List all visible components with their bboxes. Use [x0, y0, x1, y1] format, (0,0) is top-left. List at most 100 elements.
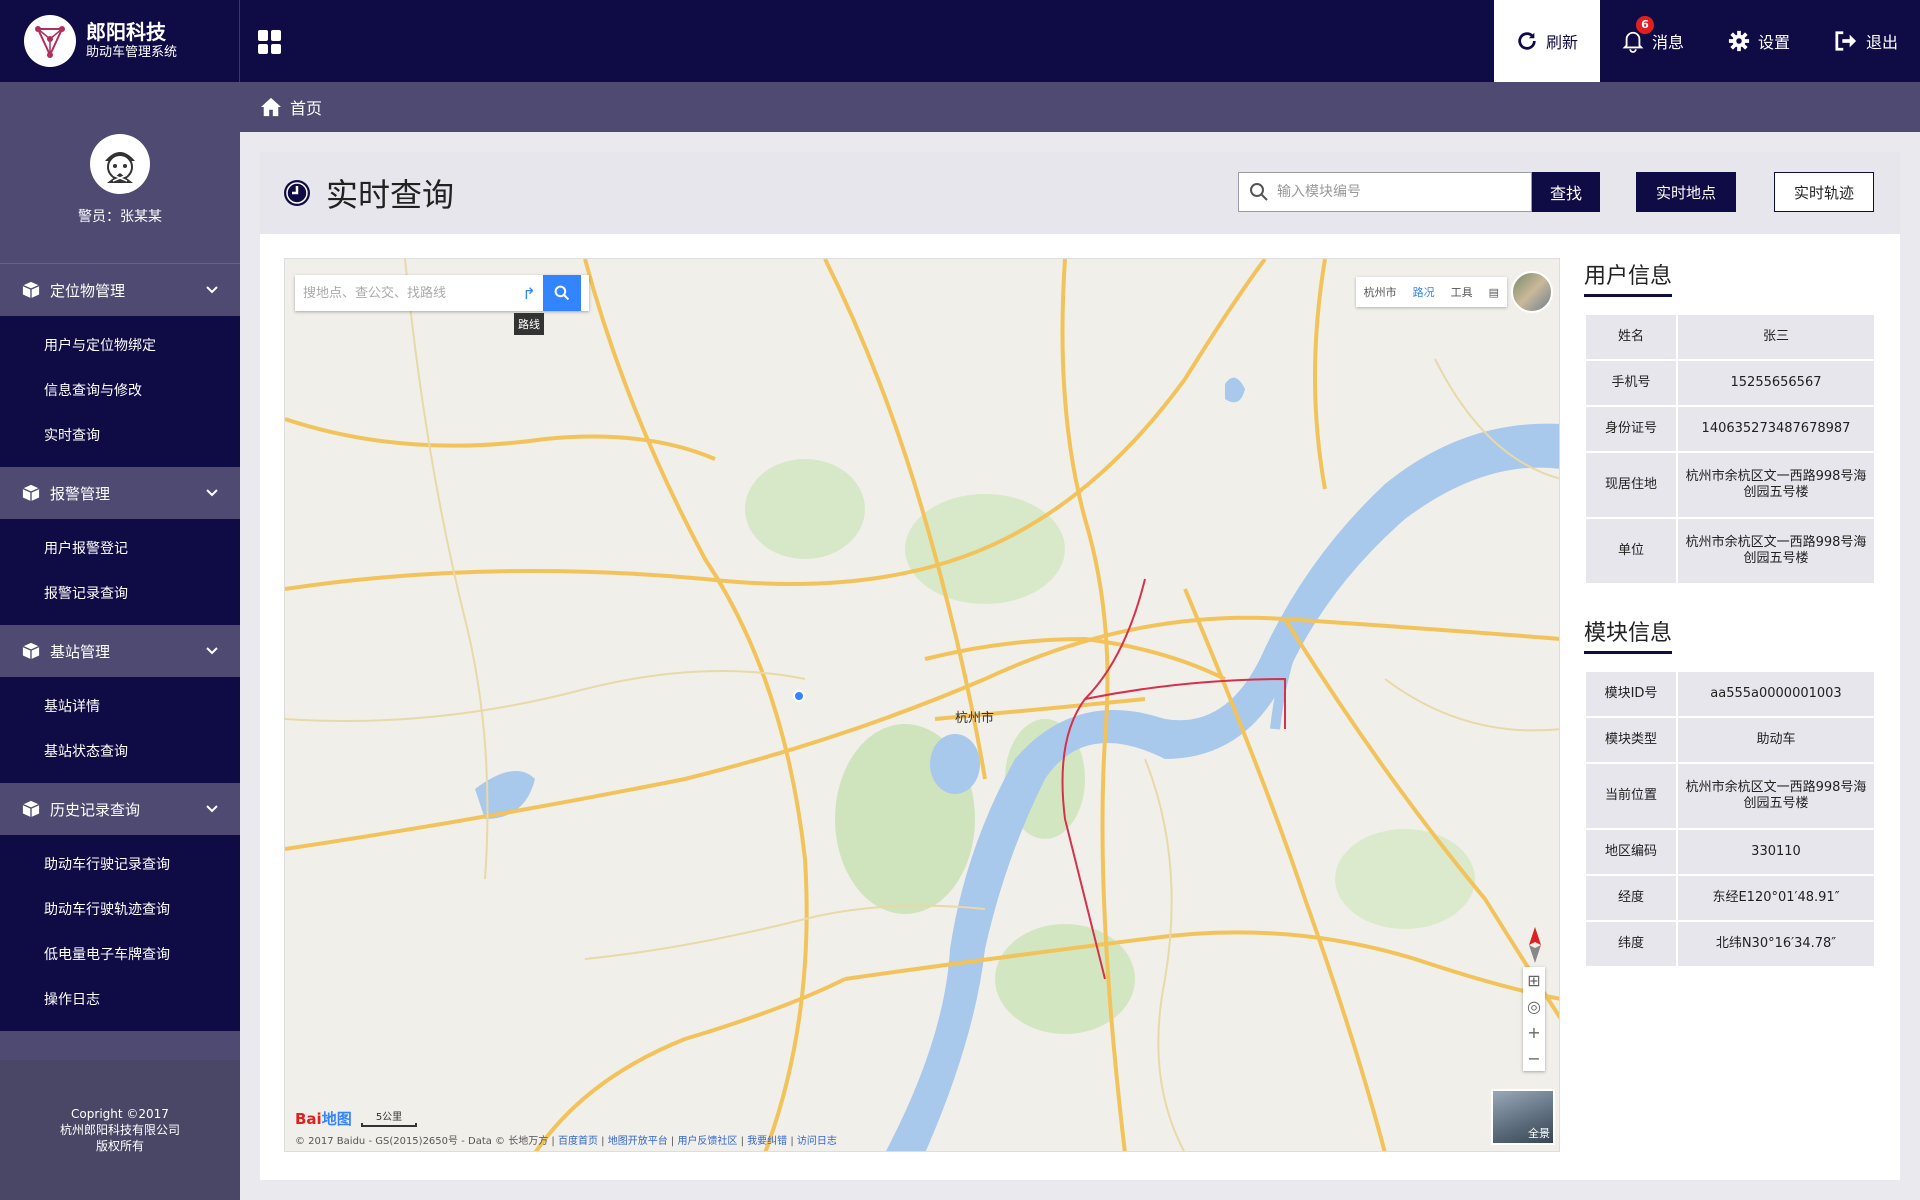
avatar[interactable]	[90, 134, 150, 194]
map-canvas[interactable]	[285, 259, 1560, 1152]
brand-name: 郎阳科技	[86, 20, 166, 44]
street-view-thumbnail[interactable]: 全景	[1491, 1089, 1555, 1145]
user-field-value: 杭州市余杭区文一西路998号海创园五号楼	[1678, 519, 1874, 583]
street-view-label: 全景	[1528, 1127, 1550, 1140]
sidebar-item-alarm-records[interactable]: 报警记录查询	[0, 572, 240, 617]
route-tooltip: 路线	[514, 313, 544, 335]
map-search-button[interactable]	[543, 275, 581, 311]
menu-head-station-management[interactable]: 基站管理	[0, 625, 240, 677]
map-copyright: © 2017 Baidu - GS(2015)2650号 - Data © 长地…	[295, 1136, 837, 1147]
menu-head-label: 基站管理	[50, 642, 111, 661]
chevron-down-icon	[206, 286, 218, 294]
sidebar-item-station-details[interactable]: 基站详情	[0, 685, 240, 730]
sidebar-item-bind-user-locator[interactable]: 用户与定位物绑定	[0, 324, 240, 369]
map-link-report-error[interactable]: 我要纠错	[747, 1136, 787, 1147]
table-row: 纬度 北纬N30°16′34.78″	[1586, 922, 1874, 966]
sidebar-item-station-status[interactable]: 基站状态查询	[0, 730, 240, 775]
cube-icon	[22, 642, 40, 660]
home-icon[interactable]	[260, 97, 282, 117]
chevron-down-icon	[206, 805, 218, 813]
messages-button[interactable]: 6 消息	[1600, 0, 1706, 82]
module-id-input[interactable]	[1277, 184, 1517, 200]
map-view[interactable]: 杭州市 ↱ 路线 杭州市 路况 工具 ▤ ⊞ ◎ + − 全景 Bai地图	[284, 258, 1560, 1152]
sidebar-footer: Copright ©2017 杭州郎阳科技有限公司 版权所有	[0, 1060, 240, 1200]
page-title: 实时查询	[326, 176, 455, 214]
top-actions: 刷新 6 消息 设置 退出	[1493, 0, 1920, 82]
brand[interactable]: 郎阳科技 助动车管理系统	[0, 0, 240, 82]
sidebar-item-driving-records[interactable]: 助动车行驶记录查询	[0, 843, 240, 888]
user-field-label: 现居住地	[1586, 453, 1676, 517]
settings-button[interactable]: 设置	[1706, 0, 1812, 82]
menu-head-locator-management[interactable]: 定位物管理	[0, 264, 240, 316]
search-icon	[554, 285, 570, 301]
messages-label: 消息	[1651, 33, 1684, 52]
table-row: 经度 东经E120°01′48.91″	[1586, 876, 1874, 920]
top-bar: 郎阳科技 助动车管理系统 刷新 6 消息 设置 退出	[0, 0, 1920, 82]
map-fullscreen-icon[interactable]: ⊞	[1523, 967, 1545, 993]
baidu-logo-text: Bai	[295, 1110, 322, 1128]
user-field-value: 140635273487678987	[1678, 407, 1874, 451]
sidebar-item-info-query[interactable]: 信息查询与修改	[0, 369, 240, 414]
find-button[interactable]: 查找	[1532, 172, 1600, 212]
sidebar-item-realtime-query[interactable]: 实时查询	[0, 414, 240, 459]
refresh-icon	[1518, 32, 1536, 50]
menu-head-label: 报警管理	[50, 484, 111, 503]
menu-group-station: 基站管理 基站详情 基站状态查询	[0, 625, 240, 783]
realtime-track-button[interactable]: 实时轨迹	[1774, 172, 1874, 212]
main-card: 实时查询 查找 实时地点 实时轨迹	[260, 152, 1900, 1180]
module-field-value: 杭州市余杭区文一西路998号海创园五号楼	[1678, 764, 1874, 828]
map-link-baidu-home[interactable]: 百度首页	[558, 1136, 598, 1147]
baidu-logo-suffix: 地图	[321, 1110, 352, 1128]
user-field-label: 身份证号	[1586, 407, 1676, 451]
sidebar-item-operation-log[interactable]: 操作日志	[0, 978, 240, 1023]
map-link-feedback[interactable]: 用户反馈社区	[677, 1136, 737, 1147]
module-field-value: 助动车	[1678, 718, 1874, 762]
brand-logo-icon	[24, 15, 76, 67]
user-field-label: 单位	[1586, 519, 1676, 583]
brand-subtitle: 助动车管理系统	[86, 45, 178, 60]
user-field-label: 手机号	[1586, 361, 1676, 405]
menu-group-alarm: 报警管理 用户报警登记 报警记录查询	[0, 467, 240, 625]
gear-icon	[1728, 30, 1750, 52]
settings-label: 设置	[1757, 33, 1790, 52]
menu-group-history: 历史记录查询 助动车行驶记录查询 助动车行驶轨迹查询 低电量电子车牌查询 操作日…	[0, 783, 240, 1031]
module-field-label: 地区编码	[1586, 830, 1676, 874]
map-traffic-toggle[interactable]: 路况	[1405, 284, 1443, 300]
logout-button[interactable]: 退出	[1812, 0, 1920, 82]
map-layer-switch[interactable]	[1511, 271, 1553, 313]
map-city-selector[interactable]: 杭州市	[1356, 284, 1405, 300]
user-info-table: 姓名 张三 手机号 15255656567 身份证号 1406352734876789…	[1584, 313, 1876, 585]
map-tools-dropdown[interactable]: 工具	[1443, 284, 1481, 300]
user-field-value: 杭州市余杭区文一西路998号海创园五号楼	[1678, 453, 1874, 517]
module-field-label: 模块ID号	[1586, 672, 1676, 716]
table-row: 姓名 张三	[1586, 315, 1874, 359]
map-link-access-log[interactable]: 访问日志	[797, 1136, 837, 1147]
breadcrumb-home[interactable]: 首页	[290, 95, 322, 119]
sidebar-item-low-battery-plates[interactable]: 低电量电子车牌查询	[0, 933, 240, 978]
zoom-in-button[interactable]: +	[1523, 1019, 1545, 1045]
user-field-value: 张三	[1678, 315, 1874, 359]
map-locate-icon[interactable]: ◎	[1523, 993, 1545, 1019]
user-field-label: 姓名	[1586, 315, 1676, 359]
module-info-table: 模块ID号 aa555a0000001003 模块类型 助动车 当前位置 杭州市余杭区…	[1584, 670, 1876, 968]
sidebar-item-alarm-register[interactable]: 用户报警登记	[0, 527, 240, 572]
refresh-button[interactable]: 刷新	[1493, 0, 1600, 82]
officer-name: 警员：张某某	[78, 209, 162, 225]
table-row: 手机号 15255656567	[1586, 361, 1874, 405]
map-link-open-platform[interactable]: 地图开放平台	[608, 1136, 668, 1147]
cube-icon	[22, 484, 40, 502]
footer-copyright: Copright ©2017	[71, 1107, 169, 1121]
module-field-label: 当前位置	[1586, 764, 1676, 828]
zoom-out-button[interactable]: −	[1523, 1045, 1545, 1071]
realtime-location-button[interactable]: 实时地点	[1636, 172, 1736, 212]
compass-icon[interactable]	[1519, 923, 1551, 967]
menu-head-alarm-management[interactable]: 报警管理	[0, 467, 240, 519]
map-feedback-icon[interactable]: ▤	[1481, 286, 1507, 299]
map-search-input[interactable]	[295, 285, 515, 301]
route-icon[interactable]: ↱	[515, 275, 543, 311]
menu-head-label: 定位物管理	[50, 281, 126, 300]
grid-menu-icon[interactable]	[258, 30, 282, 54]
menu-head-history[interactable]: 历史记录查询	[0, 783, 240, 835]
sidebar-item-driving-tracks[interactable]: 助动车行驶轨迹查询	[0, 888, 240, 933]
map-toolbar: 杭州市 路况 工具 ▤	[1355, 277, 1507, 307]
